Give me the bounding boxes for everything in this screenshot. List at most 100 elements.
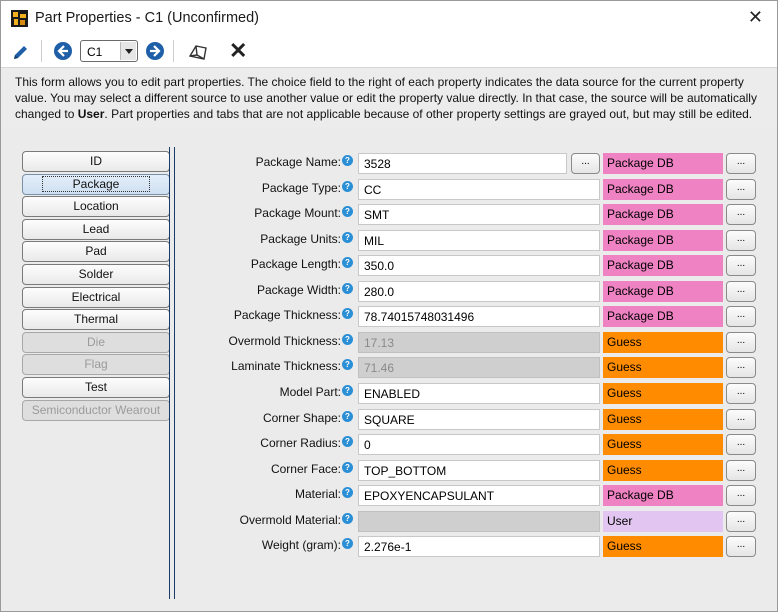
help-icon[interactable]: ? <box>342 206 353 218</box>
tab-location[interactable]: Location <box>22 196 170 218</box>
data-source-selector[interactable]: Package DB <box>603 204 723 226</box>
property-row-overmold-thickness: Overmold Thickness:? 17.13 Guess... <box>181 330 771 354</box>
help-icon[interactable]: ? <box>342 308 353 320</box>
next-arrow-icon[interactable] <box>146 42 164 60</box>
tab-semiconductor-wearout[interactable]: Semiconductor Wearout <box>22 399 170 421</box>
more-options-button[interactable]: ... <box>726 434 756 456</box>
package-width-value-field[interactable]: 280.0 <box>358 280 600 302</box>
tab-id[interactable]: ID <box>22 151 170 172</box>
toolbar-separator <box>173 40 174 62</box>
package-length-value-field[interactable]: 350.0 <box>358 255 600 277</box>
more-options-button[interactable]: ... <box>726 536 756 558</box>
help-icon[interactable]: ? <box>342 461 353 473</box>
package-type-value-field[interactable]: CC <box>358 178 600 200</box>
previous-arrow-icon[interactable] <box>54 42 72 60</box>
toolbar: C1 ✕ <box>1 35 777 67</box>
data-source-selector[interactable]: User <box>603 510 723 532</box>
overmold-thickness-value-field[interactable]: 17.13 <box>358 331 600 353</box>
more-options-button[interactable]: ... <box>726 331 756 353</box>
laminate-thickness-value-field[interactable]: 71.46 <box>358 357 600 379</box>
overmold-material-value-field[interactable] <box>358 510 600 532</box>
tab-die[interactable]: Die <box>22 331 170 353</box>
data-source-selector[interactable]: Guess <box>603 408 723 430</box>
more-options-button[interactable]: ... <box>726 204 756 226</box>
more-options-button[interactable]: ... <box>726 280 756 302</box>
tab-pad[interactable]: Pad <box>22 241 170 263</box>
data-source-selector[interactable]: Package DB <box>603 178 723 200</box>
more-options-button[interactable]: ... <box>726 485 756 507</box>
more-options-button[interactable]: ... <box>726 408 756 430</box>
property-label: Corner Face: <box>270 461 341 476</box>
more-options-button[interactable]: ... <box>726 229 756 251</box>
property-row-laminate-thickness: Laminate Thickness:? 71.46 Guess... <box>181 355 771 379</box>
corner-face-value-field[interactable]: TOP_BOTTOM <box>358 459 600 481</box>
tab-flag[interactable]: Flag <box>22 354 170 376</box>
more-options-button[interactable]: ... <box>726 255 756 277</box>
more-options-button[interactable]: ... <box>726 306 756 328</box>
tab-package[interactable]: Package <box>22 173 170 195</box>
help-icon[interactable]: ? <box>342 359 353 371</box>
data-source-selector[interactable]: Package DB <box>603 255 723 277</box>
tab-label: Thermal <box>73 312 118 327</box>
chevron-down-icon[interactable] <box>120 42 136 60</box>
package-units-value-field[interactable]: MIL <box>358 229 600 251</box>
package-mount-value-field[interactable]: SMT <box>358 204 600 226</box>
property-row-model-part: Model Part:? ENABLED Guess... <box>181 381 771 405</box>
tab-test[interactable]: Test <box>22 377 170 398</box>
property-row-overmold-material: Overmold Material:? User... <box>181 509 771 533</box>
help-icon[interactable]: ? <box>342 282 353 294</box>
tab-electrical[interactable]: Electrical <box>22 286 170 308</box>
pencil-edit-icon[interactable] <box>11 42 31 62</box>
help-icon[interactable]: ? <box>342 155 353 166</box>
tab-label: Electrical <box>71 289 121 304</box>
help-icon[interactable]: ? <box>342 410 353 422</box>
corner-shape-value-field[interactable]: SQUARE <box>358 408 600 430</box>
data-source-selector[interactable]: Guess <box>603 459 723 481</box>
close-icon[interactable]: ✕ <box>748 7 763 28</box>
weight-gram-value-field[interactable]: 2.276e-1 <box>358 536 600 558</box>
help-icon[interactable]: ? <box>342 231 353 243</box>
data-source-selector[interactable]: Package DB <box>603 229 723 251</box>
data-source-selector[interactable]: Guess <box>603 357 723 379</box>
form-description: This form allows you to edit part proper… <box>1 67 777 127</box>
help-icon[interactable]: ? <box>342 436 353 448</box>
delete-icon[interactable]: ✕ <box>229 38 247 64</box>
package-thickness-value-field[interactable]: 78.74015748031496 <box>358 306 600 328</box>
data-source-selector[interactable]: Guess <box>603 536 723 558</box>
help-icon[interactable]: ? <box>342 180 353 192</box>
more-options-button[interactable]: ... <box>726 459 756 481</box>
data-source-selector[interactable]: Package DB <box>603 306 723 328</box>
data-source-selector[interactable]: Package DB <box>603 153 723 174</box>
material-value-field[interactable]: EPOXYENCAPSULANT <box>358 485 600 507</box>
data-source-selector[interactable]: Package DB <box>603 280 723 302</box>
help-icon[interactable]: ? <box>342 538 353 550</box>
help-icon[interactable]: ? <box>342 487 353 499</box>
part-selector-dropdown[interactable]: C1 <box>80 40 138 62</box>
help-icon[interactable]: ? <box>342 333 353 345</box>
package-shape-icon[interactable] <box>187 42 209 62</box>
data-source-selector[interactable]: Guess <box>603 382 723 404</box>
more-options-button[interactable]: ... <box>726 510 756 532</box>
data-source-selector[interactable]: Package DB <box>603 485 723 507</box>
help-icon[interactable]: ? <box>342 257 353 269</box>
tab-thermal[interactable]: Thermal <box>22 309 170 331</box>
property-row-package-width: Package Width:? 280.0 Package DB... <box>181 279 771 303</box>
help-icon[interactable]: ? <box>342 384 353 396</box>
data-source-selector[interactable]: Guess <box>603 331 723 353</box>
property-label: Package Length: <box>250 257 341 272</box>
more-options-button[interactable]: ... <box>726 153 756 174</box>
tab-solder[interactable]: Solder <box>22 264 170 285</box>
more-options-button[interactable]: ... <box>726 178 756 200</box>
data-source-selector[interactable]: Guess <box>603 434 723 456</box>
model-part-value-field[interactable]: ENABLED <box>358 382 600 404</box>
more-options-button[interactable]: ... <box>726 382 756 404</box>
package-picker-button[interactable]: ... <box>571 153 600 174</box>
property-label: Package Width: <box>256 282 341 297</box>
tab-lead[interactable]: Lead <box>22 218 170 240</box>
more-options-button[interactable]: ... <box>726 357 756 379</box>
property-row-package-type: Package Type:? CC Package DB... <box>181 177 771 201</box>
title-bar: Part Properties - C1 (Unconfirmed) ✕ <box>1 1 777 35</box>
help-icon[interactable]: ? <box>342 512 353 524</box>
corner-radius-value-field[interactable]: 0 <box>358 434 600 456</box>
package-name-value-field[interactable]: 3528 <box>358 153 567 174</box>
